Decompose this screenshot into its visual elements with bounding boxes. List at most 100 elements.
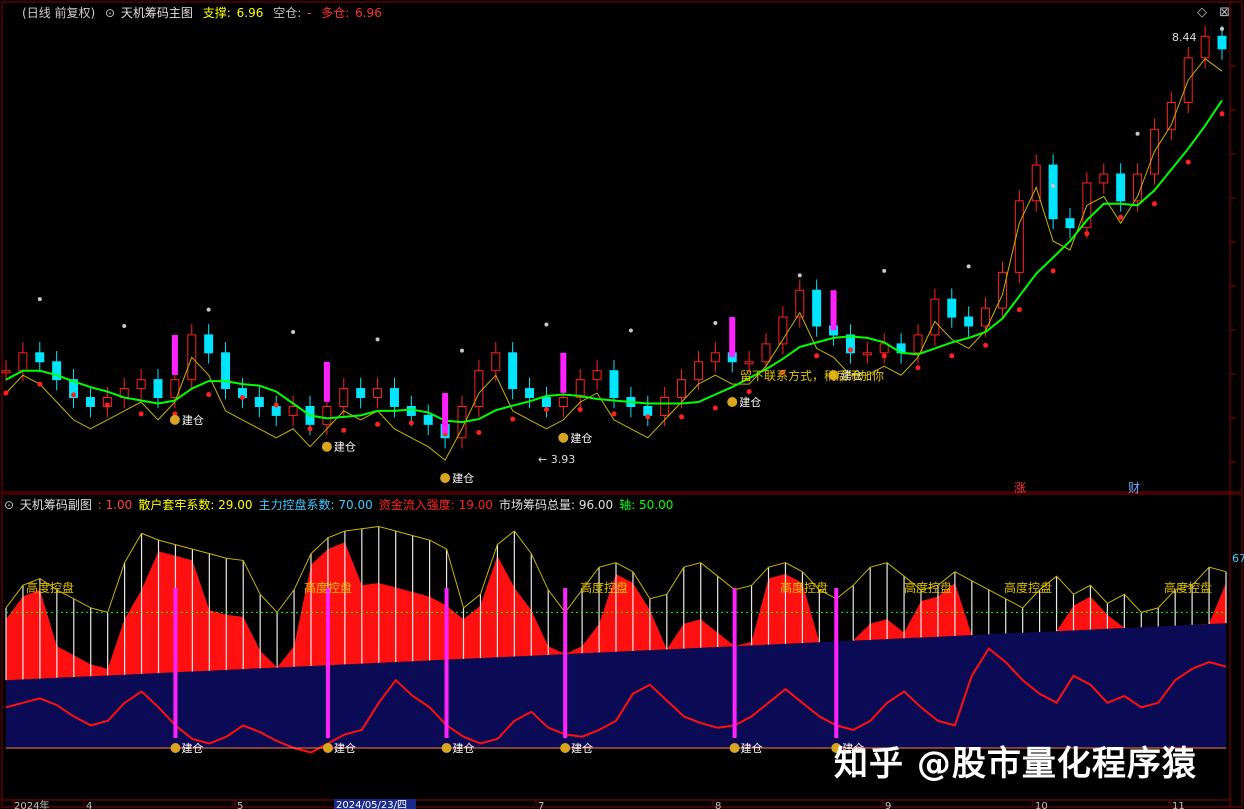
support-dot (239, 395, 245, 401)
resistance-dot (206, 307, 211, 312)
build-coin-icon (560, 743, 571, 753)
support-dot (476, 430, 482, 436)
candle-body (204, 334, 214, 354)
control-label: 高度控盘 (304, 580, 352, 595)
candle-body (1065, 218, 1075, 229)
support-dot (375, 421, 381, 427)
resistance-dot (797, 273, 802, 278)
build-coin-icon (322, 743, 333, 753)
build-coin-icon (440, 473, 451, 483)
candle-body (322, 405, 332, 425)
build-label: 建仓 (334, 440, 356, 454)
control-label: 高度控盘 (780, 580, 828, 595)
param-5: 轴: 50.00 (619, 498, 674, 512)
support-dot (510, 416, 516, 422)
candle-body (35, 352, 45, 363)
support-dot (611, 411, 617, 417)
build-bar-sub (563, 588, 568, 738)
candle-body (592, 370, 602, 381)
close-panel-icon[interactable]: ⊠ (1219, 5, 1230, 20)
candle-body (913, 334, 923, 354)
build-coin-icon (169, 414, 180, 425)
candle-body (947, 298, 957, 318)
x-tick-label: 5 (237, 801, 243, 809)
panel-window-controls: ◇ ⊠ (1197, 5, 1230, 20)
candle-body (356, 388, 366, 399)
support-dot (1185, 159, 1191, 165)
short-label: 空仓: (273, 6, 302, 20)
candle-body (643, 405, 653, 416)
event-marker: 涨 (1014, 480, 1026, 495)
support-dot (1151, 201, 1157, 207)
candle-body (474, 370, 484, 407)
candle-body (85, 397, 95, 407)
build-coin-icon (729, 743, 740, 753)
indicator-name[interactable]: 天机筹码主图 (121, 6, 193, 20)
candle-body (288, 405, 298, 416)
build-coin-icon (441, 743, 452, 753)
build-coin-icon (727, 397, 738, 407)
period-label[interactable]: (日线 前复权) (22, 6, 95, 20)
resistance-dot (544, 322, 549, 327)
candle-body (710, 352, 720, 363)
support-dot (138, 411, 144, 417)
build-label: 建仓 (741, 741, 763, 755)
long-value: 6.96 (355, 6, 382, 20)
build-label: 建仓 (182, 413, 204, 427)
candle-body (423, 414, 433, 425)
resistance-dot (375, 337, 380, 342)
support-dot (1118, 214, 1124, 220)
support-dot (577, 406, 583, 412)
resistance-dot (460, 348, 464, 353)
main-chart-header: (日线 前复权) ⊙ 天机筹码主图 支撑: 6.96 空仓: - 多仓: 6.9… (22, 5, 388, 21)
resistance-dot (713, 321, 718, 326)
candle-body (1200, 35, 1210, 59)
candle-body (1116, 173, 1126, 202)
support-dot (307, 426, 313, 432)
high-price-label: 8.44 (1172, 31, 1197, 44)
candle-body (744, 361, 754, 365)
build-bar (560, 352, 567, 393)
chevron-down-icon[interactable]: ⊙ (105, 6, 115, 20)
x-tick-label: 7 (538, 801, 544, 809)
control-label: 高度控盘 (1004, 580, 1052, 595)
build-label: 建仓 (739, 395, 761, 409)
candle-body (525, 388, 535, 399)
support-dot (1084, 231, 1090, 237)
build-label: 建仓 (181, 741, 203, 755)
build-bar (442, 393, 449, 434)
build-bar (323, 361, 330, 402)
support-dot (746, 389, 752, 395)
candle-body (1, 370, 11, 374)
x-tick-label: 8 (715, 801, 721, 809)
build-bar (830, 290, 837, 331)
build-bar-sub (173, 588, 178, 738)
candle-body (761, 343, 771, 363)
restore-icon[interactable]: ◇ (1197, 5, 1207, 20)
date-cursor: 2024/05/23/四 (336, 800, 407, 809)
build-label: 建仓 (334, 741, 356, 755)
candle-body (254, 397, 264, 407)
sub-chart-panel: 建仓 建仓 建仓 建仓 建仓 建仓 (5, 525, 1227, 755)
candle-body (862, 352, 872, 356)
support-dot (1219, 111, 1225, 117)
candle-body (136, 379, 146, 390)
control-label: 高度控盘 (26, 580, 74, 595)
candle-body (221, 352, 231, 390)
candle-body (389, 388, 399, 407)
resistance-dot (882, 268, 887, 273)
support-dot (712, 405, 718, 411)
chevron-down-icon[interactable]: ⊙ (4, 498, 14, 512)
candle-body (812, 289, 822, 327)
sub-indicator-name[interactable]: 天机筹码副图 (20, 498, 92, 512)
build-bar (729, 317, 736, 358)
candle-body (997, 271, 1007, 309)
support-label: 支撑: (202, 6, 231, 20)
build-bar (171, 334, 178, 375)
support-dot (543, 406, 549, 412)
candle-body (693, 361, 703, 381)
right-edge-value: 67 (1232, 552, 1244, 565)
resistance-dot (1051, 183, 1056, 188)
param-3: 资金流入强度: 19.00 (378, 498, 493, 512)
support-dot (37, 381, 43, 387)
